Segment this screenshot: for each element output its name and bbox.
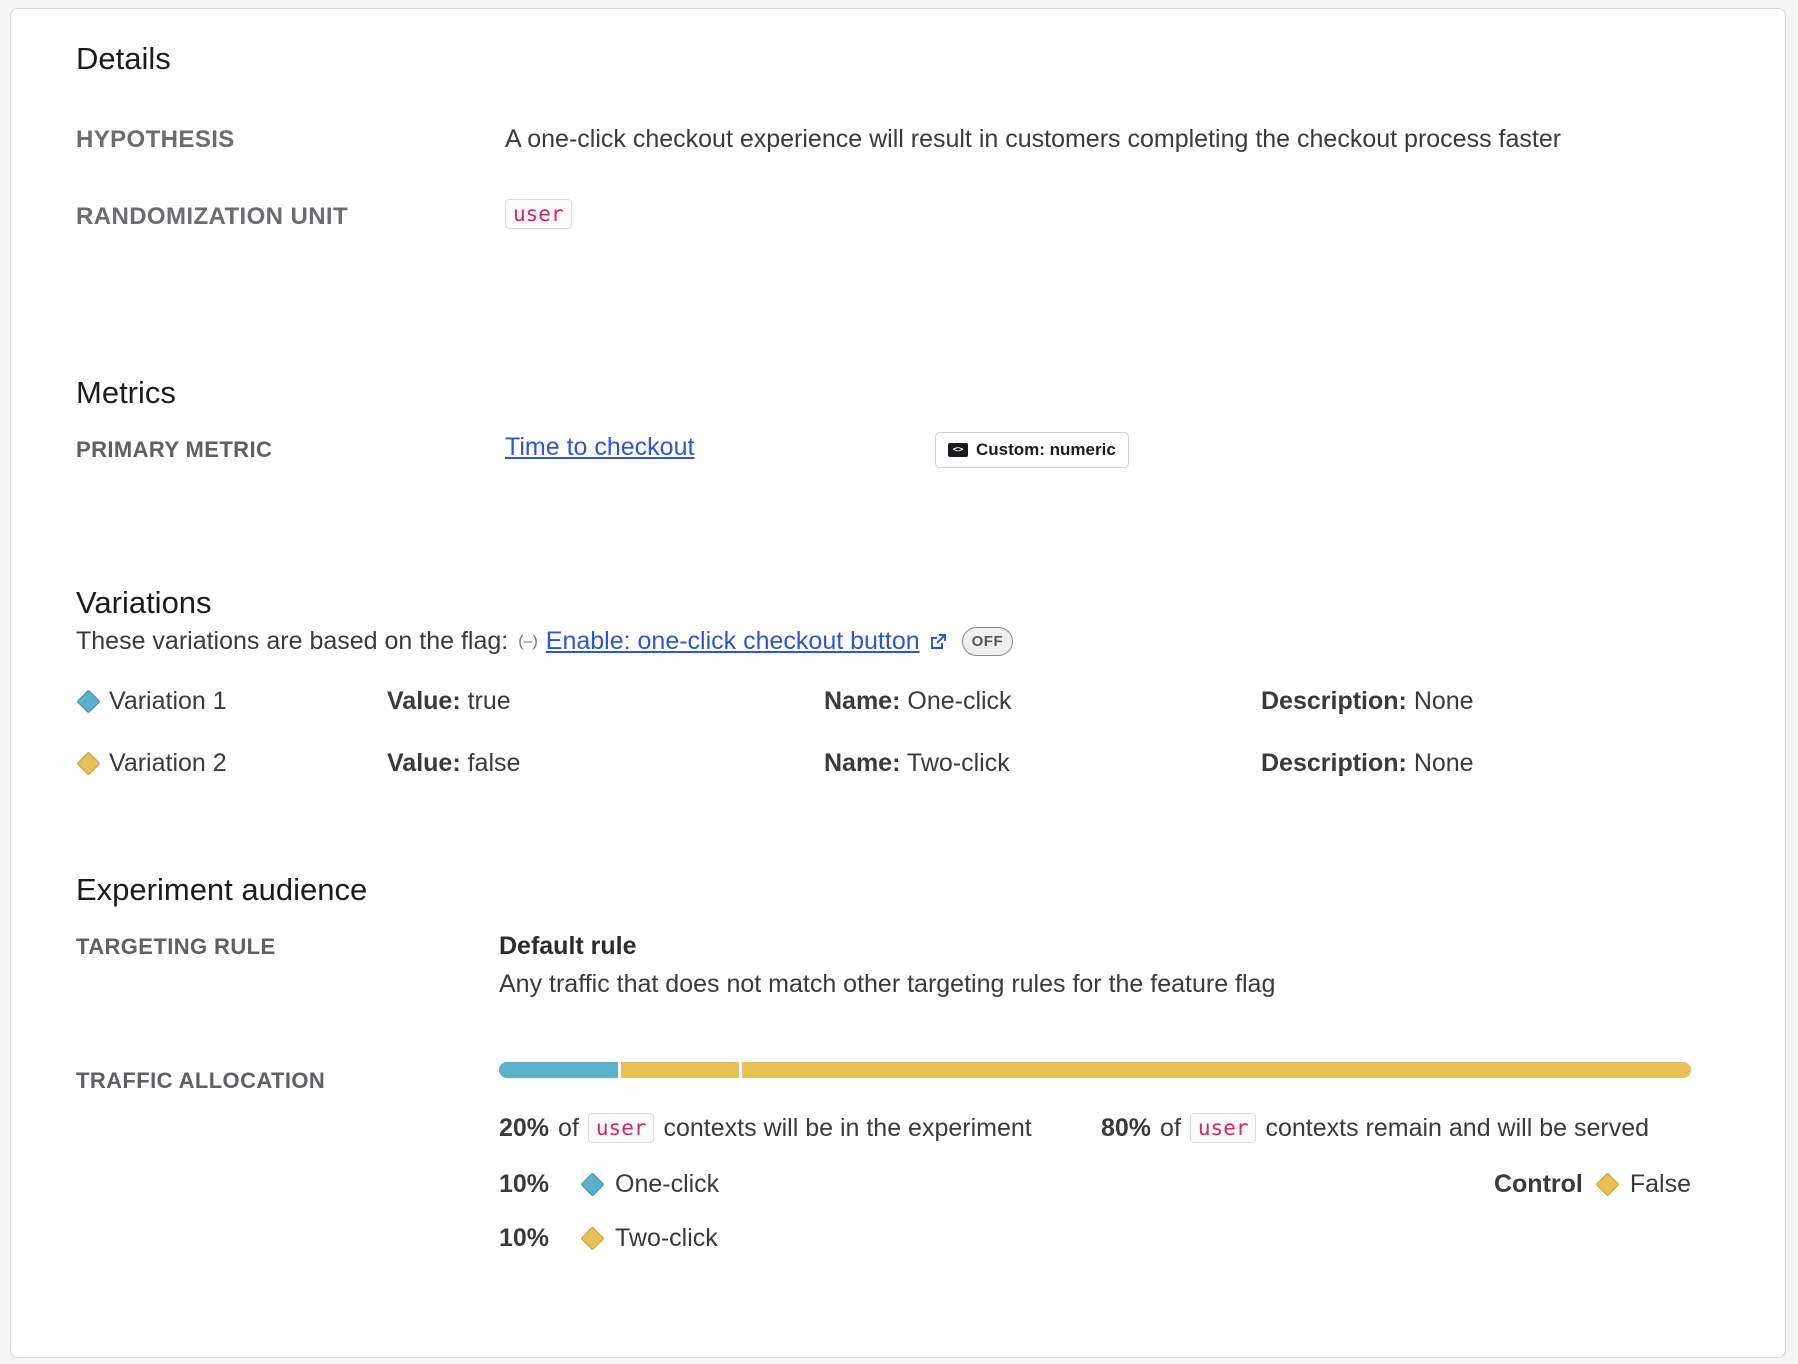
hypothesis-value: A one-click checkout experience will res… xyxy=(505,125,1562,153)
value-text: false xyxy=(467,749,521,777)
allocation-name: Two-click xyxy=(615,1224,718,1252)
description-text: None xyxy=(1413,749,1474,777)
flag-status-badge: OFF xyxy=(961,627,1014,656)
targeting-rule-label: TARGETING RULE xyxy=(76,934,276,959)
allocation-row-1: 10% One-click xyxy=(499,1170,719,1199)
variation-row-2: Variation 2 xyxy=(76,749,227,778)
remain-text: contexts remain and will be served xyxy=(1265,1113,1650,1142)
unit-chip: user xyxy=(587,1113,655,1143)
metric-type-badge: <> Custom: numeric xyxy=(935,432,1129,468)
name-label: Name: xyxy=(824,749,901,777)
variation-1-diamond-icon xyxy=(76,689,101,714)
variation-row-1: Variation 1 xyxy=(76,687,227,716)
variation-2-value: Value: false xyxy=(387,749,520,778)
value-label: Value: xyxy=(387,749,461,777)
of-text: of xyxy=(1160,1113,1181,1142)
description-label: Description: xyxy=(1261,749,1407,777)
variation-1-value: Value: true xyxy=(387,687,511,716)
allocation-segment-control xyxy=(739,1062,1691,1078)
control-label: Control xyxy=(1493,1170,1583,1198)
allocation-pct: 10% xyxy=(499,1224,550,1252)
control-row: Control False xyxy=(1494,1170,1691,1199)
randomization-unit-value: user xyxy=(505,199,572,229)
code-icon: <> xyxy=(948,443,968,457)
name-label: Name: xyxy=(824,687,901,715)
description-text: None xyxy=(1413,687,1474,715)
details-heading: Details xyxy=(76,41,171,76)
one-click-diamond-icon xyxy=(580,1172,605,1197)
variation-1-description: Description: None xyxy=(1261,687,1474,716)
control-value: False xyxy=(1629,1170,1691,1198)
external-link-icon[interactable] xyxy=(928,632,948,652)
value-label: Value: xyxy=(387,687,461,715)
flag-link[interactable]: Enable: one-click checkout button xyxy=(546,627,920,656)
allocation-name: One-click xyxy=(615,1170,720,1198)
traffic-allocation-label: TRAFFIC ALLOCATION xyxy=(76,1068,326,1093)
remain-pct: 80% xyxy=(1101,1113,1152,1142)
of-text: of xyxy=(558,1113,579,1142)
allocation-segment-two-click xyxy=(617,1062,740,1078)
primary-metric-link[interactable]: Time to checkout xyxy=(505,433,694,462)
name-text: Two-click xyxy=(906,749,1010,777)
rule-title: Default rule xyxy=(499,932,637,960)
unit-chip: user xyxy=(1189,1113,1257,1143)
metrics-heading: Metrics xyxy=(76,375,176,410)
variation-2-diamond-icon xyxy=(76,751,101,776)
randomization-unit-label: RANDOMIZATION UNIT xyxy=(76,203,349,230)
variation-1-name: Name: One-click xyxy=(824,687,1012,716)
allocation-row-2: 10% Two-click xyxy=(499,1224,718,1253)
rule-description: Any traffic that does not match other ta… xyxy=(499,970,1276,998)
allocation-segment-one-click xyxy=(499,1062,618,1078)
control-diamond-icon xyxy=(1595,1172,1620,1197)
flag-intro-text: These variations are based on the flag: xyxy=(76,627,509,655)
primary-metric-label: PRIMARY METRIC xyxy=(76,437,273,462)
variation-label: Variation 2 xyxy=(109,749,227,777)
name-text: One-click xyxy=(907,687,1012,715)
remaining-summary: 80% of user contexts remain and will be … xyxy=(1101,1113,1649,1143)
variation-2-name: Name: Two-click xyxy=(824,749,1010,778)
description-label: Description: xyxy=(1261,687,1407,715)
in-experiment-pct: 20% xyxy=(499,1113,550,1142)
in-experiment-text: contexts will be in the experiment xyxy=(663,1113,1032,1142)
variation-label: Variation 1 xyxy=(109,687,227,715)
variations-heading: Variations xyxy=(76,585,212,620)
allocation-pct: 10% xyxy=(499,1170,550,1198)
value-text: true xyxy=(467,687,511,715)
audience-heading: Experiment audience xyxy=(76,872,368,907)
metric-type-text: Custom: numeric xyxy=(976,440,1116,459)
two-click-diamond-icon xyxy=(580,1226,605,1251)
traffic-allocation-bar xyxy=(499,1062,1691,1078)
experiment-details-card: Details HYPOTHESIS A one-click checkout … xyxy=(10,8,1786,1358)
flag-line: These variations are based on the flag: … xyxy=(76,627,1014,656)
hypothesis-label: HYPOTHESIS xyxy=(76,126,235,153)
experiment-summary: 20% of user contexts will be in the expe… xyxy=(499,1113,1032,1143)
variation-2-description: Description: None xyxy=(1261,749,1474,778)
flag-toggle-icon: (–) xyxy=(518,632,538,650)
